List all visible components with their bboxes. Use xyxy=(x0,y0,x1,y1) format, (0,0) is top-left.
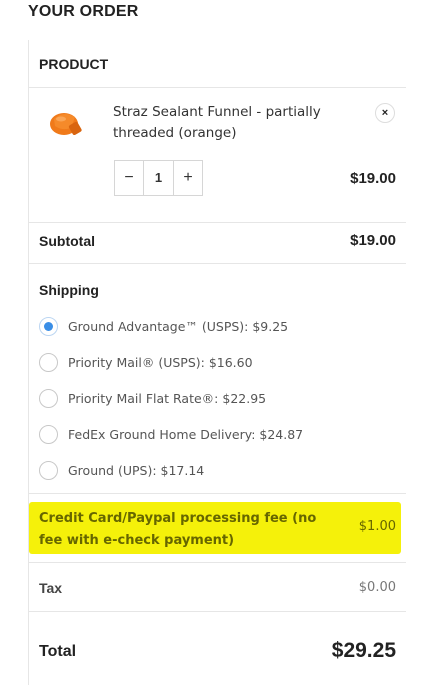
remove-item-button[interactable]: × xyxy=(375,103,395,123)
shipping-option-label: Ground Advantage™ (USPS): $9.25 xyxy=(68,318,289,334)
quantity-stepper: − 1 + xyxy=(114,160,203,196)
order-heading: YOUR ORDER xyxy=(28,3,139,20)
tax-label: Tax xyxy=(39,580,63,596)
subtotal-row: Subtotal $19.00 xyxy=(29,223,406,264)
increment-button[interactable]: + xyxy=(174,161,202,195)
shipping-option[interactable]: Priority Mail Flat Rate®: $22.95 xyxy=(39,388,266,408)
close-icon: × xyxy=(381,107,389,119)
product-column-header: PRODUCT xyxy=(39,56,109,72)
shipping-row: Shipping Ground Advantage™ (USPS): $9.25… xyxy=(29,264,406,494)
total-value: $29.25 xyxy=(331,639,396,662)
shipping-option-label: FedEx Ground Home Delivery: $24.87 xyxy=(68,426,304,442)
product-thumbnail-watermark xyxy=(53,88,101,108)
product-thumbnail[interactable] xyxy=(43,106,91,146)
product-name-link[interactable]: Straz Sealant Funnel - partially threade… xyxy=(113,102,343,144)
shipping-option[interactable]: FedEx Ground Home Delivery: $24.87 xyxy=(39,424,303,444)
total-label: Total xyxy=(39,643,77,660)
order-summary-table: PRODUCT Straz Sealant Funnel - partially… xyxy=(28,40,406,685)
item-price: $19.00 xyxy=(350,170,396,187)
tax-value: $0.00 xyxy=(358,580,396,595)
decrement-button[interactable]: − xyxy=(115,161,143,195)
shipping-option[interactable]: Ground Advantage™ (USPS): $9.25 xyxy=(39,316,288,336)
processing-fee-value: $1.00 xyxy=(358,519,396,534)
shipping-option-label: Priority Mail Flat Rate®: $22.95 xyxy=(68,390,267,406)
subtotal-value: $19.00 xyxy=(350,232,396,249)
quantity-input[interactable]: 1 xyxy=(143,161,174,195)
radio-button[interactable] xyxy=(39,424,58,444)
total-row: Total $29.25 xyxy=(29,612,406,685)
subtotal-label: Subtotal xyxy=(39,233,95,249)
radio-button[interactable] xyxy=(39,460,58,480)
tax-row: Tax $0.00 xyxy=(29,563,406,612)
shipping-label: Shipping xyxy=(39,282,99,298)
shipping-option-label: Ground (UPS): $17.14 xyxy=(68,462,205,478)
shipping-option[interactable]: Priority Mail® (USPS): $16.60 xyxy=(39,352,253,372)
table-header-row: PRODUCT xyxy=(29,40,406,88)
radio-button[interactable] xyxy=(39,388,58,408)
radio-button[interactable] xyxy=(39,352,58,372)
shipping-option-label: Priority Mail® (USPS): $16.60 xyxy=(68,354,253,370)
shipping-option[interactable]: Ground (UPS): $17.14 xyxy=(39,460,204,480)
processing-fee-label: Credit Card/Paypal processing fee (no fe… xyxy=(39,511,317,548)
processing-fee-row: Credit Card/Paypal processing fee (no fe… xyxy=(29,494,406,563)
radio-button[interactable] xyxy=(39,316,58,336)
cart-item-row: Straz Sealant Funnel - partially threade… xyxy=(29,88,406,223)
